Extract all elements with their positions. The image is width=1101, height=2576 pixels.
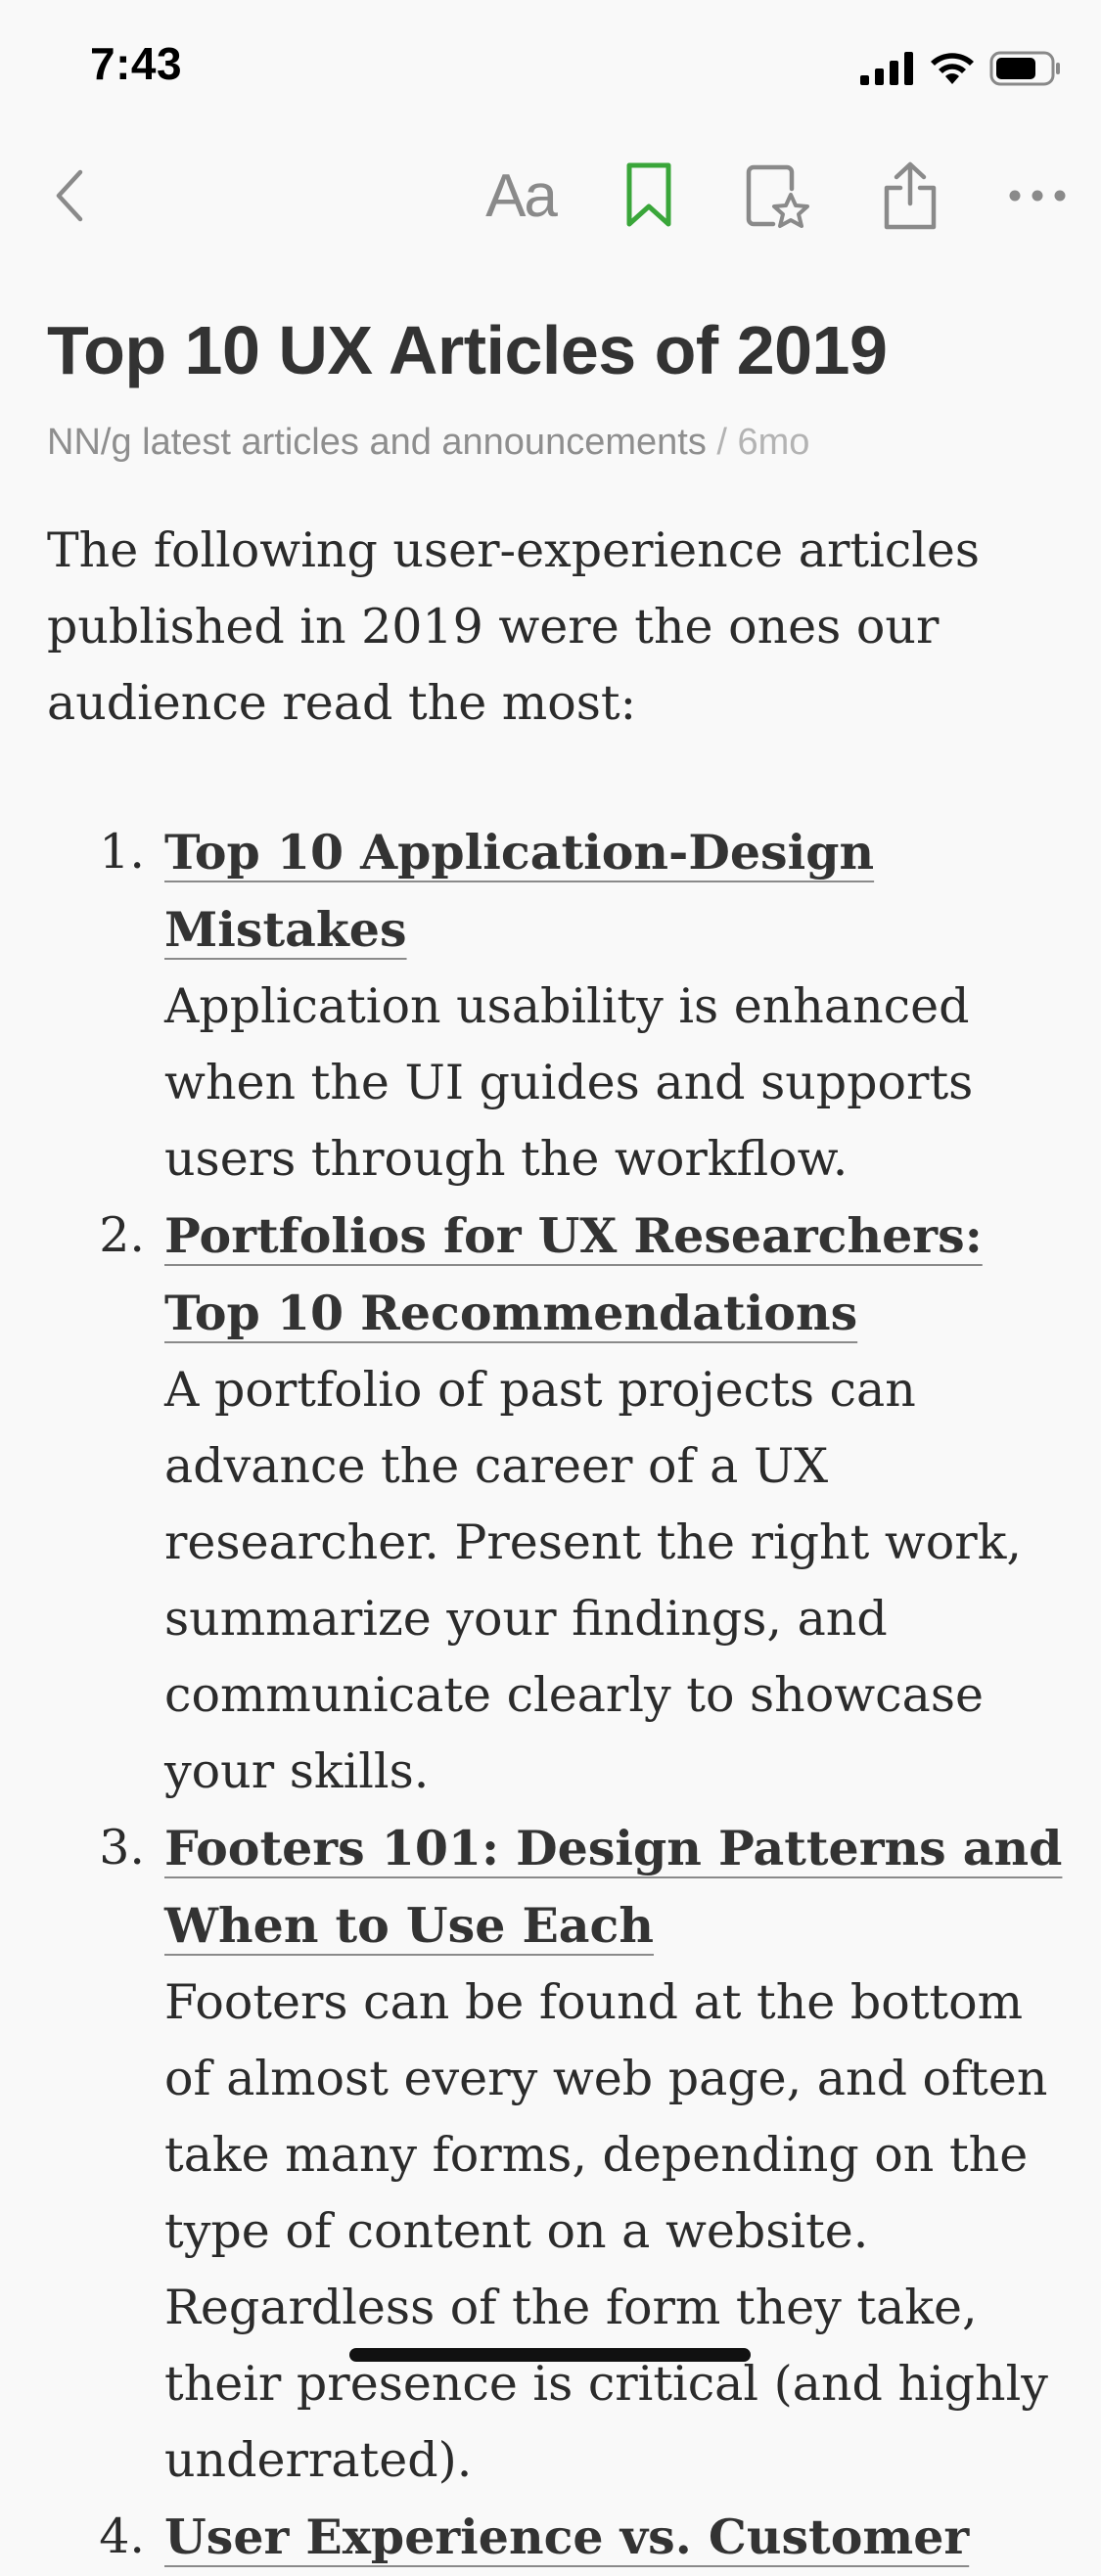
back-button[interactable] [35,137,104,254]
bookmark-icon [626,162,671,227]
article-source[interactable]: NN/g latest articles and announcements [47,422,707,463]
article-list: 1. Top 10 Application-Design Mistakes Ap… [47,814,1065,2576]
more-options-button[interactable] [998,137,1077,254]
article-link[interactable]: Footers 101: Design Patterns and When to… [164,1820,1062,1954]
bookmark-button[interactable] [615,137,683,254]
battery-icon [989,51,1060,86]
article-link[interactable]: Portfolios for UX Researchers: Top 10 Re… [164,1207,983,1341]
chevron-left-icon [56,169,83,222]
status-bar: 7:43 [0,0,1101,132]
list-item: 1. Top 10 Application-Design Mistakes Ap… [47,814,1065,1198]
list-item-number: 1. [99,824,145,880]
list-item-description: A portfolio of past projects can advance… [164,1362,1022,1799]
list-item-number: 3. [99,1820,145,1876]
list-item-number: 4. [99,2508,145,2564]
article-link[interactable]: Top 10 Application-Design Mistakes [164,824,874,958]
favorite-button[interactable] [739,137,817,254]
article-age: 6mo [737,422,810,463]
status-icons [860,45,1062,92]
list-item-description: Footers can be found at the bottom of al… [164,1974,1048,2488]
article-intro: The following user-experience articles p… [47,522,981,731]
meta-separator: / [706,422,738,463]
list-item-description: Application usability is enhanced when t… [164,978,974,1187]
share-button[interactable] [871,137,949,254]
article-title: Top 10 UX Articles of 2019 [47,312,888,388]
wifi-icon [931,53,974,84]
list-item: 3. Footers 101: Design Patterns and When… [47,1810,1065,2499]
list-item: 4. User Experience vs. Customer [47,2499,1065,2576]
article: Top 10 UX Articles of 2019 NN/g latest a… [47,313,1065,2576]
article-link[interactable]: User Experience vs. Customer [164,2508,969,2565]
article-meta: NN/g latest articles and announcements /… [47,422,1065,464]
share-icon [884,161,937,230]
cellular-signal-icon [860,52,913,85]
text-size-button[interactable]: Aa [472,137,570,254]
list-item: 2. Portfolios for UX Researchers: Top 10… [47,1198,1065,1810]
status-time: 7:43 [90,38,183,89]
ellipsis-icon [1009,190,1066,202]
star-page-icon [746,164,809,228]
list-item-number: 2. [99,1207,145,1263]
reader-toolbar: Aa [0,137,1101,254]
home-indicator[interactable] [349,2348,751,2362]
